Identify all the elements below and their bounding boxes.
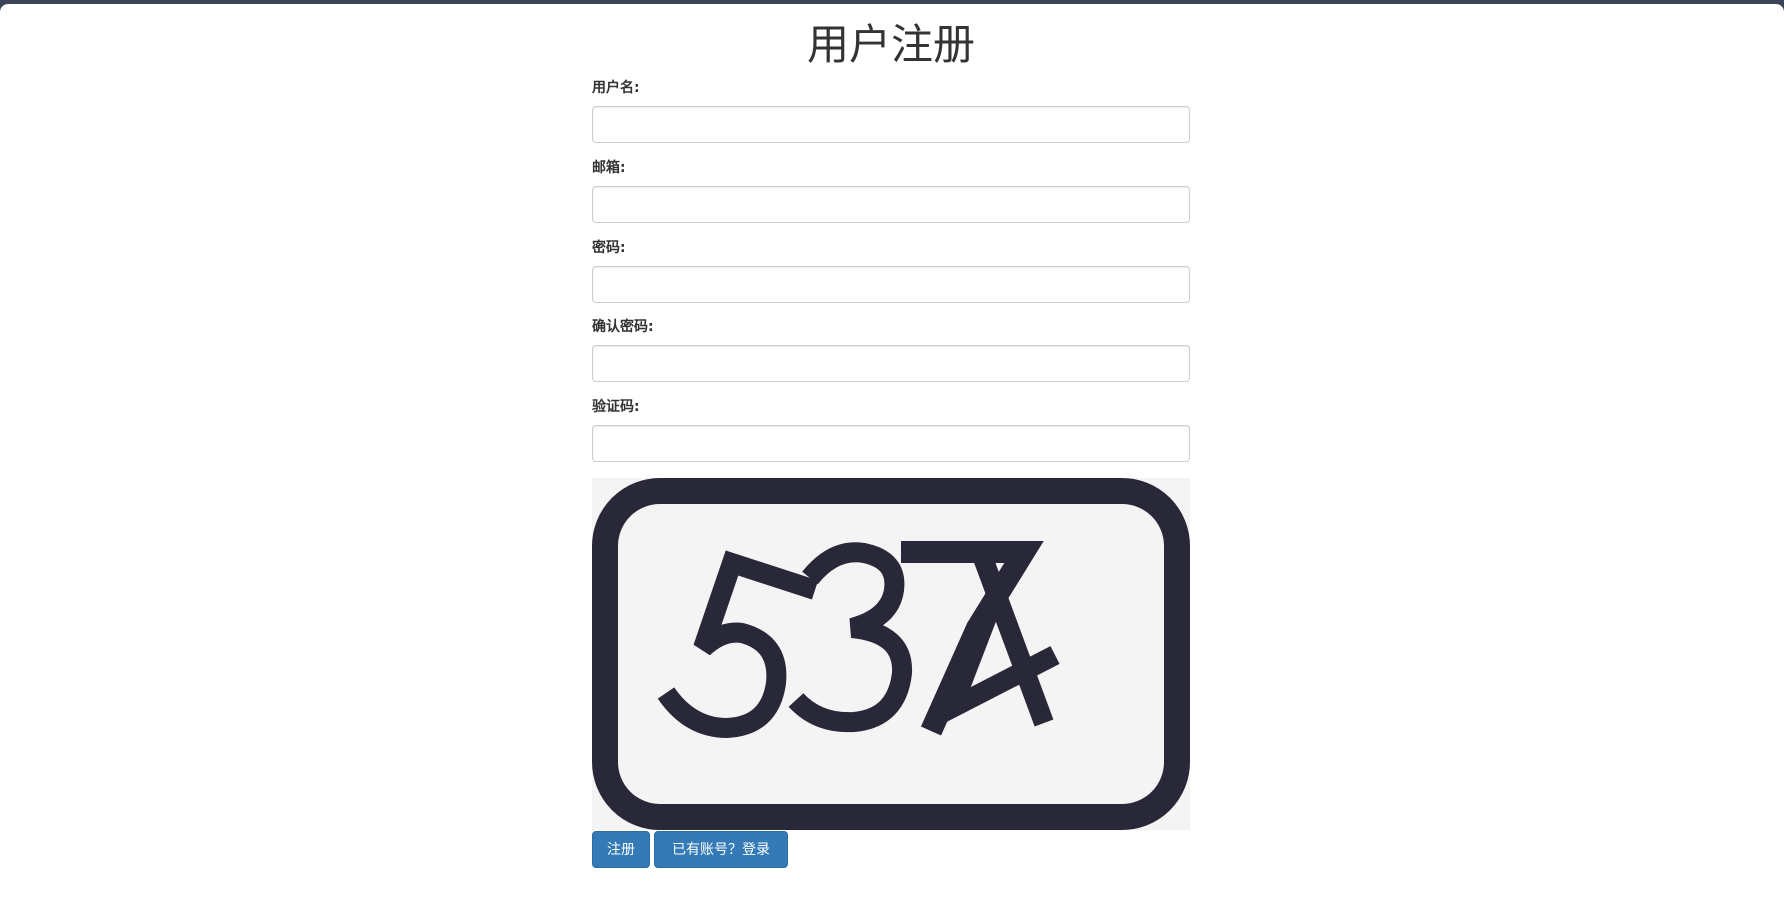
page-title: 用户注册: [806, 20, 975, 69]
captcha-group: 验证码:: [592, 399, 1190, 462]
email-label: 邮箱:: [592, 160, 626, 176]
password-label: 密码:: [592, 240, 626, 256]
username-group: 用户名:: [592, 80, 1190, 143]
confirm-password-group: 确认密码:: [592, 319, 1190, 382]
username-label: 用户名:: [592, 80, 640, 96]
window-corner-left: [0, 0, 12, 16]
captcha-label: 验证码:: [592, 399, 640, 415]
email-input[interactable]: [592, 186, 1190, 223]
username-input[interactable]: [592, 106, 1190, 143]
captcha-graphic: [592, 478, 1190, 830]
confirm-password-label: 确认密码:: [592, 319, 654, 335]
email-group: 邮箱:: [592, 160, 1190, 223]
password-input[interactable]: [592, 266, 1190, 303]
window-corner-right: [1772, 0, 1784, 16]
captcha-input[interactable]: [592, 425, 1190, 462]
confirm-password-input[interactable]: [592, 345, 1190, 382]
login-link-button[interactable]: 已有账号？登录: [654, 831, 788, 868]
password-group: 密码:: [592, 240, 1190, 303]
captcha-image[interactable]: [592, 478, 1190, 830]
register-button[interactable]: 注册: [592, 831, 650, 868]
register-form-container: 用户注册 用户名: 邮箱: 密码: 确认密码: 验证码: 注册 已有账号？登录: [592, 0, 1190, 868]
